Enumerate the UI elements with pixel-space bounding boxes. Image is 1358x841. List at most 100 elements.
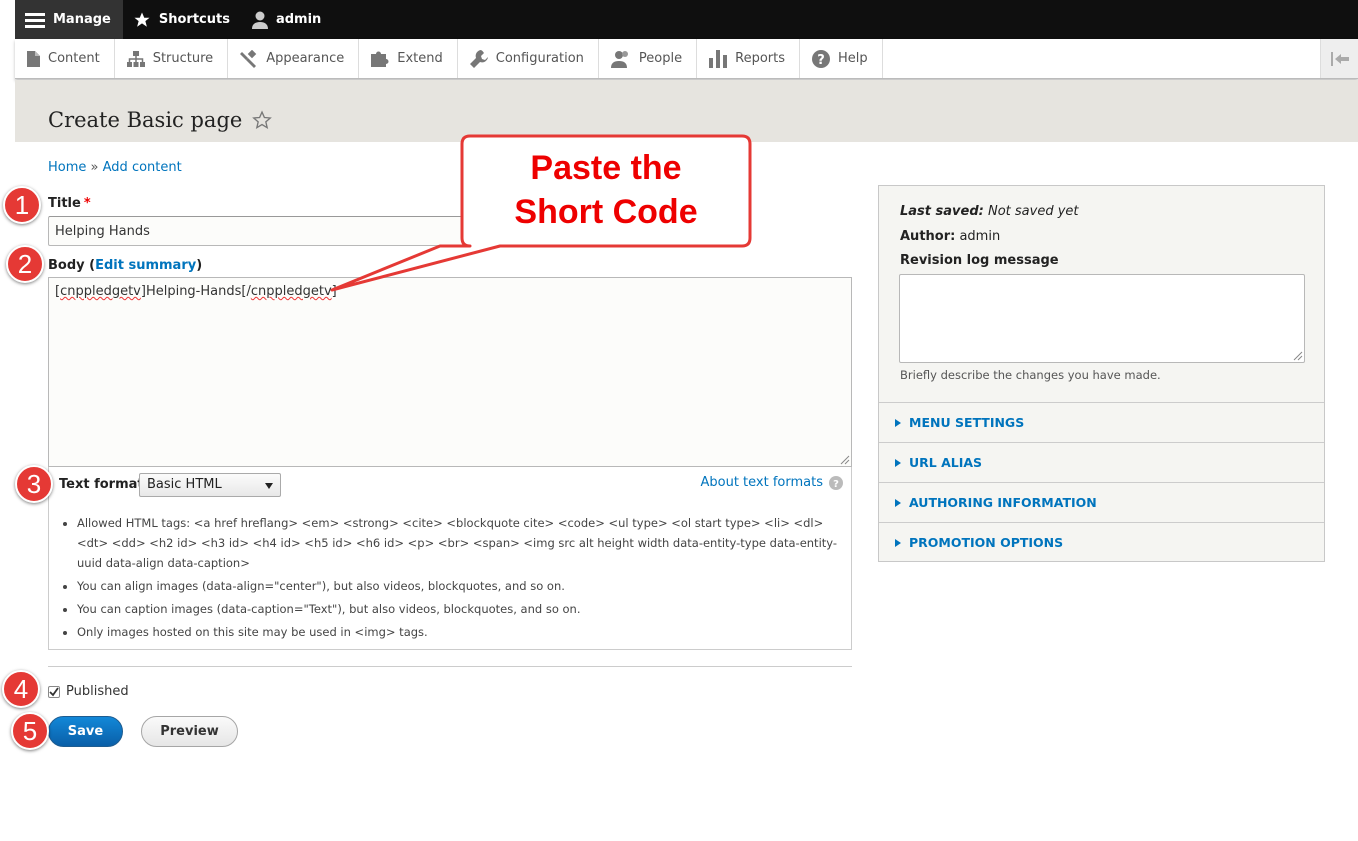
tray-label: Configuration	[495, 51, 584, 66]
body-text: ]	[331, 284, 337, 299]
chevron-down-icon	[265, 483, 273, 489]
people-icon	[610, 50, 628, 68]
callout-text: Paste the Short Code	[462, 146, 750, 234]
tray-orientation-toggle[interactable]	[1320, 39, 1358, 78]
admin-tray: Content Structure Appearance Extend Conf…	[15, 39, 1358, 79]
tip-item: Allowed HTML tags: <a href hreflang> <em…	[77, 513, 843, 573]
shortcuts-tab[interactable]: Shortcuts	[123, 0, 242, 39]
tip-item: You can align images (data-align="center…	[77, 576, 843, 596]
triangle-right-icon	[895, 458, 901, 467]
bar-chart-icon	[709, 49, 728, 68]
section-label: PROMOTION OPTIONS	[909, 535, 1064, 550]
step-badge-2: 2	[6, 245, 44, 283]
svg-text:?: ?	[833, 479, 839, 490]
author: Author: admin	[900, 229, 1000, 244]
puzzle-icon	[371, 51, 389, 67]
tray-item-reports[interactable]: Reports	[697, 39, 800, 78]
about-text-formats-label: About text formats	[700, 475, 823, 490]
hamburger-icon	[25, 12, 45, 28]
required-mark: *	[83, 196, 91, 211]
tray-item-configuration[interactable]: Configuration	[458, 39, 599, 78]
callout-line: Short Code	[514, 193, 698, 231]
body-text: cnppledgetv	[60, 284, 141, 299]
page-header: Create Basic page	[15, 80, 1358, 142]
revision-log-help: Briefly describe the changes you have ma…	[900, 368, 1161, 382]
checkmark-icon	[49, 686, 59, 696]
title-label: Title *	[48, 196, 91, 211]
meta-sidebar: Last saved: Not saved yet Author: admin …	[878, 185, 1325, 562]
svg-text:?: ?	[817, 53, 825, 68]
tray-label: People	[638, 51, 683, 66]
title-input[interactable]: Helping Hands	[48, 216, 468, 246]
last-saved: Last saved: Not saved yet	[900, 204, 1079, 219]
menu-settings-toggle[interactable]: MENU SETTINGS	[879, 402, 1324, 442]
triangle-right-icon	[895, 538, 901, 547]
breadcrumb-home[interactable]: Home	[48, 160, 86, 175]
text-format-value: Basic HTML	[147, 477, 222, 492]
text-format-tips: Allowed HTML tags: <a href hreflang> <em…	[77, 513, 843, 645]
divider	[48, 666, 852, 667]
published-field[interactable]: Published	[48, 684, 129, 699]
url-alias-toggle[interactable]: URL ALIAS	[879, 442, 1324, 482]
tip-item: Only images hosted on this site may be u…	[77, 622, 843, 642]
promotion-options-toggle[interactable]: PROMOTION OPTIONS	[879, 522, 1324, 562]
sitemap-icon	[126, 50, 145, 67]
body-text: cnppledgetv	[250, 284, 332, 299]
star-outline-icon[interactable]	[252, 110, 273, 130]
tray-item-extend[interactable]: Extend	[359, 39, 458, 78]
last-saved-value: Not saved yet	[987, 204, 1079, 219]
tray-label: Appearance	[266, 51, 345, 66]
resize-handle-icon[interactable]	[1293, 351, 1303, 361]
tip-item: You can caption images (data-caption="Te…	[77, 599, 843, 619]
last-saved-label: Last saved:	[900, 204, 984, 219]
tray-label: Reports	[735, 51, 785, 66]
title-value: Helping Hands	[55, 223, 150, 239]
user-tab[interactable]: admin	[242, 0, 333, 39]
text-format-wrapper: Text format Basic HTML About text format…	[48, 467, 852, 650]
triangle-right-icon	[895, 498, 901, 507]
tray-label: Help	[838, 51, 868, 66]
edit-summary-link[interactable]: Edit summary	[95, 258, 196, 273]
section-label: URL ALIAS	[909, 455, 983, 470]
page-title: Create Basic page	[48, 108, 273, 132]
tray-label: Extend	[397, 51, 443, 66]
body-label: Body (Edit summary)	[48, 258, 203, 273]
tray-item-appearance[interactable]: Appearance	[228, 39, 360, 78]
tray-label: Structure	[152, 51, 214, 66]
title-label-text: Title	[48, 196, 81, 211]
preview-button[interactable]: Preview	[141, 716, 238, 747]
wrench-icon	[469, 49, 488, 68]
breadcrumb: Home » Add content	[48, 160, 182, 175]
user-label: admin	[275, 12, 322, 27]
page-title-text: Create Basic page	[48, 108, 243, 132]
step-badge-4: 4	[2, 670, 40, 708]
shortcuts-label: Shortcuts	[158, 12, 230, 27]
about-text-formats-link[interactable]: About text formats ?	[700, 475, 843, 490]
step-badge-3: 3	[15, 465, 53, 503]
tray-item-structure[interactable]: Structure	[115, 39, 229, 78]
user-icon	[251, 11, 268, 29]
step-badge-5: 5	[11, 712, 49, 750]
resize-handle-icon[interactable]	[840, 455, 850, 465]
help-icon: ?	[829, 475, 843, 490]
body-text: ]Helping-Hands[/	[140, 284, 251, 299]
authoring-information-toggle[interactable]: AUTHORING INFORMATION	[879, 482, 1324, 522]
section-label: AUTHORING INFORMATION	[909, 495, 1097, 510]
published-label: Published	[66, 684, 129, 699]
save-button[interactable]: Save	[48, 716, 123, 747]
text-format-select[interactable]: Basic HTML	[139, 473, 281, 497]
author-label: Author:	[900, 229, 956, 244]
collapse-left-icon	[1330, 51, 1349, 66]
tray-item-people[interactable]: People	[599, 39, 698, 78]
step-badge-1: 1	[3, 186, 41, 224]
manage-tab[interactable]: Manage	[15, 0, 123, 39]
revision-log-label: Revision log message	[900, 253, 1059, 268]
breadcrumb-add-content[interactable]: Add content	[103, 160, 182, 175]
tray-item-help[interactable]: ? Help	[800, 39, 883, 78]
body-textarea[interactable]: [cnppledgetv]Helping-Hands[/cnppledgetv]	[48, 277, 852, 467]
revision-log-textarea[interactable]	[899, 274, 1305, 363]
tray-label: Content	[48, 51, 100, 66]
tray-item-content[interactable]: Content	[15, 39, 115, 78]
published-checkbox[interactable]	[48, 685, 60, 698]
text-format-label: Text format	[59, 477, 144, 492]
